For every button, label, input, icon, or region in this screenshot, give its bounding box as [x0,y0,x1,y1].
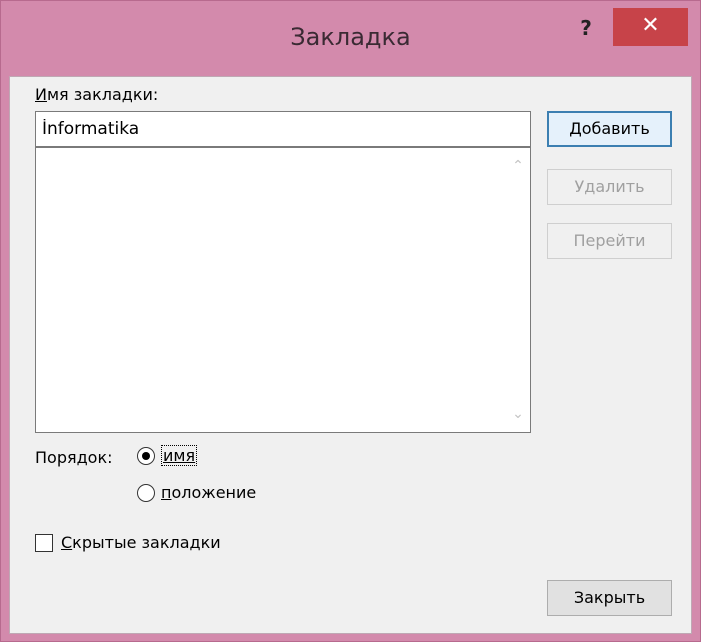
add-accelerator: Д [569,119,582,138]
sort-by-position-radio[interactable]: положение [137,483,256,502]
add-button[interactable]: Добавить [547,111,672,147]
goto-button[interactable]: Перейти [547,223,672,259]
hidden-bookmarks-checkbox[interactable]: Скрытые закладки [35,533,221,552]
help-button[interactable]: ? [571,15,601,45]
name-label-accelerator: И [35,85,47,104]
radio-checked-icon[interactable] [137,446,155,465]
title-bar[interactable]: Закладка ? ✕ [1,1,700,77]
delete-button[interactable]: Удалить [547,169,672,205]
sort-by-name-radio[interactable]: имя [137,445,198,466]
add-label: обавить [581,119,650,138]
order-label: Порядок: [35,448,113,467]
scroll-up-icon[interactable]: ⌃ [506,154,530,178]
list-scrollbar[interactable]: ⌃ ⌄ [506,148,530,432]
position-label-text: оложение [171,483,257,502]
sort-by-name-label: имя [161,445,198,466]
hidden-accelerator: С [61,533,73,552]
hidden-label-text: крытые закладки [72,533,221,552]
bookmark-list[interactable]: ⌃ ⌄ [35,147,531,433]
bookmark-name-label: Имя закладки: [35,85,158,104]
close-button[interactable]: Закрыть [547,580,672,616]
sort-by-position-label: положение [161,483,256,502]
bookmark-dialog: Закладка ? ✕ Имя закладки: ⌃ ⌄ Добавить … [0,0,701,642]
close-icon: ✕ [641,13,660,38]
name-label-text: мя закладки: [46,85,159,104]
close-window-button[interactable]: ✕ [613,8,688,46]
position-accelerator: п [161,483,172,502]
checkbox-icon[interactable] [35,533,53,552]
radio-unchecked-icon[interactable] [137,483,155,502]
dialog-body: Имя закладки: ⌃ ⌄ Добавить Удалить Перей… [9,76,692,634]
bookmark-name-input[interactable] [35,111,531,147]
hidden-bookmarks-label: Скрытые закладки [61,533,221,552]
scroll-down-icon[interactable]: ⌄ [506,402,530,426]
